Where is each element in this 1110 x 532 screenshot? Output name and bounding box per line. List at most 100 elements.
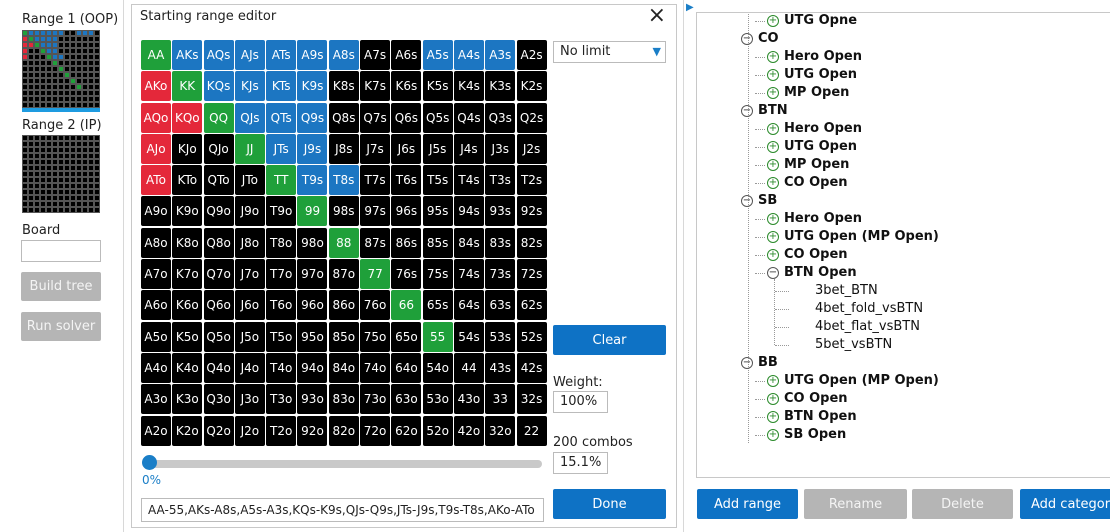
hand-cell-72o[interactable]: 72o xyxy=(360,415,391,446)
hand-cell-76o[interactable]: 76o xyxy=(360,290,391,321)
hand-cell-83s[interactable]: 83s xyxy=(485,227,516,258)
hand-cell-99[interactable]: 99 xyxy=(297,196,328,227)
expand-icon[interactable]: + xyxy=(767,86,779,99)
tree-node[interactable]: − BTN xyxy=(741,103,788,118)
hand-cell-J5o[interactable]: J5o xyxy=(234,321,265,352)
tree-node[interactable]: 5bet_vsBTN xyxy=(815,337,892,352)
collapse-icon[interactable]: − xyxy=(741,104,753,117)
tree-node[interactable]: + UTG Open xyxy=(767,139,857,154)
hand-cell-88[interactable]: 88 xyxy=(328,227,359,258)
run-solver-button[interactable]: Run solver xyxy=(21,312,101,341)
hand-cell-93s[interactable]: 93s xyxy=(485,196,516,227)
hand-cell-77[interactable]: 77 xyxy=(360,259,391,290)
hand-cell-32s[interactable]: 32s xyxy=(516,384,547,415)
hand-cell-K8o[interactable]: K8o xyxy=(172,227,203,258)
hand-cell-T6o[interactable]: T6o xyxy=(266,290,297,321)
hand-cell-42s[interactable]: 42s xyxy=(516,352,547,383)
expand-icon[interactable]: + xyxy=(767,230,779,243)
hand-cell-J9o[interactable]: J9o xyxy=(234,196,265,227)
hand-cell-Q7o[interactable]: Q7o xyxy=(203,259,234,290)
hand-cell-QTs[interactable]: QTs xyxy=(266,102,297,133)
hand-cell-K7s[interactable]: K7s xyxy=(360,71,391,102)
hand-cell-63s[interactable]: 63s xyxy=(485,290,516,321)
hand-cell-K8s[interactable]: K8s xyxy=(328,71,359,102)
hand-cell-KJo[interactable]: KJo xyxy=(172,133,203,164)
hand-cell-Q6s[interactable]: Q6s xyxy=(391,102,422,133)
hand-cell-52s[interactable]: 52s xyxy=(516,321,547,352)
limit-dropdown[interactable]: No limit ▼ xyxy=(553,41,666,63)
tree-node[interactable]: − BB xyxy=(741,355,778,370)
hand-cell-33[interactable]: 33 xyxy=(485,384,516,415)
tree-node[interactable]: 3bet_BTN xyxy=(815,283,878,298)
hand-cell-92s[interactable]: 92s xyxy=(516,196,547,227)
tree-node[interactable]: + CO Open xyxy=(767,175,848,190)
hand-cell-A2s[interactable]: A2s xyxy=(516,40,547,70)
hand-cell-J8o[interactable]: J8o xyxy=(234,227,265,258)
hand-cell-98o[interactable]: 98o xyxy=(297,227,328,258)
tree-node[interactable]: + BTN Open xyxy=(767,409,857,424)
hand-cell-A3s[interactable]: A3s xyxy=(485,40,516,70)
hand-cell-AKs[interactable]: AKs xyxy=(172,40,203,70)
hand-cell-92o[interactable]: 92o xyxy=(297,415,328,446)
hand-cell-73o[interactable]: 73o xyxy=(360,384,391,415)
hand-cell-Q2o[interactable]: Q2o xyxy=(203,415,234,446)
hand-cell-32o[interactable]: 32o xyxy=(485,415,516,446)
expand-icon[interactable]: + xyxy=(767,158,779,171)
hand-cell-54o[interactable]: 54o xyxy=(422,352,453,383)
hand-cell-JJ[interactable]: JJ xyxy=(234,133,265,164)
collapse-arrow-icon[interactable]: ▶ xyxy=(686,2,694,13)
range-text-field[interactable]: AA-55,AKs-A8s,A5s-A3s,KQs-K9s,QJs-Q9s,JT… xyxy=(141,498,544,522)
collapse-icon[interactable]: − xyxy=(741,356,753,369)
tree-node[interactable]: − SB xyxy=(741,193,777,208)
hand-cell-K7o[interactable]: K7o xyxy=(172,259,203,290)
hand-cell-T3o[interactable]: T3o xyxy=(266,384,297,415)
tree-node[interactable]: + CO Open xyxy=(767,391,848,406)
hand-cell-K5s[interactable]: K5s xyxy=(422,71,453,102)
hand-cell-Q4o[interactable]: Q4o xyxy=(203,352,234,383)
hand-cell-J7s[interactable]: J7s xyxy=(360,133,391,164)
hand-cell-T8o[interactable]: T8o xyxy=(266,227,297,258)
tree-node[interactable]: + MP Open xyxy=(767,157,849,172)
hand-cell-J6o[interactable]: J6o xyxy=(234,290,265,321)
hand-cell-TT[interactable]: TT xyxy=(266,165,297,196)
close-icon[interactable]: × xyxy=(648,3,666,28)
hand-cell-64s[interactable]: 64s xyxy=(453,290,484,321)
tree-node[interactable]: + Hero Open xyxy=(767,121,862,136)
collapse-icon[interactable]: − xyxy=(767,266,779,279)
hand-cell-KQs[interactable]: KQs xyxy=(203,71,234,102)
hand-cell-T5o[interactable]: T5o xyxy=(266,321,297,352)
hand-cell-64o[interactable]: 64o xyxy=(391,352,422,383)
hand-cell-Q5o[interactable]: Q5o xyxy=(203,321,234,352)
hand-cell-95o[interactable]: 95o xyxy=(297,321,328,352)
hand-cell-JTo[interactable]: JTo xyxy=(234,165,265,196)
hand-cell-QJs[interactable]: QJs xyxy=(234,102,265,133)
hand-cell-J3s[interactable]: J3s xyxy=(485,133,516,164)
weight-input[interactable]: 100% xyxy=(553,391,608,413)
hand-cell-J5s[interactable]: J5s xyxy=(422,133,453,164)
hand-cell-A9s[interactable]: A9s xyxy=(297,40,328,70)
hand-cell-A3o[interactable]: A3o xyxy=(141,384,171,415)
hand-cell-J3o[interactable]: J3o xyxy=(234,384,265,415)
hand-cell-J7o[interactable]: J7o xyxy=(234,259,265,290)
hand-cell-93o[interactable]: 93o xyxy=(297,384,328,415)
expand-icon[interactable]: + xyxy=(767,14,779,27)
hand-cell-T9o[interactable]: T9o xyxy=(266,196,297,227)
hand-cell-K6o[interactable]: K6o xyxy=(172,290,203,321)
hand-cell-43o[interactable]: 43o xyxy=(453,384,484,415)
hand-cell-QQ[interactable]: QQ xyxy=(203,102,234,133)
expand-icon[interactable]: + xyxy=(767,392,779,405)
hand-cell-A4o[interactable]: A4o xyxy=(141,352,171,383)
add-range-button[interactable]: Add range xyxy=(697,489,798,519)
expand-icon[interactable]: + xyxy=(767,68,779,81)
hand-cell-82o[interactable]: 82o xyxy=(328,415,359,446)
hand-cell-76s[interactable]: 76s xyxy=(391,259,422,290)
hand-cell-95s[interactable]: 95s xyxy=(422,196,453,227)
tree-node[interactable]: − CO xyxy=(741,31,779,46)
hand-cell-Q4s[interactable]: Q4s xyxy=(453,102,484,133)
hand-cell-85s[interactable]: 85s xyxy=(422,227,453,258)
expand-icon[interactable]: + xyxy=(767,428,779,441)
range1-thumbnail[interactable] xyxy=(22,30,100,108)
hand-cell-T8s[interactable]: T8s xyxy=(328,165,359,196)
hand-cell-42o[interactable]: 42o xyxy=(453,415,484,446)
hand-cell-J6s[interactable]: J6s xyxy=(391,133,422,164)
